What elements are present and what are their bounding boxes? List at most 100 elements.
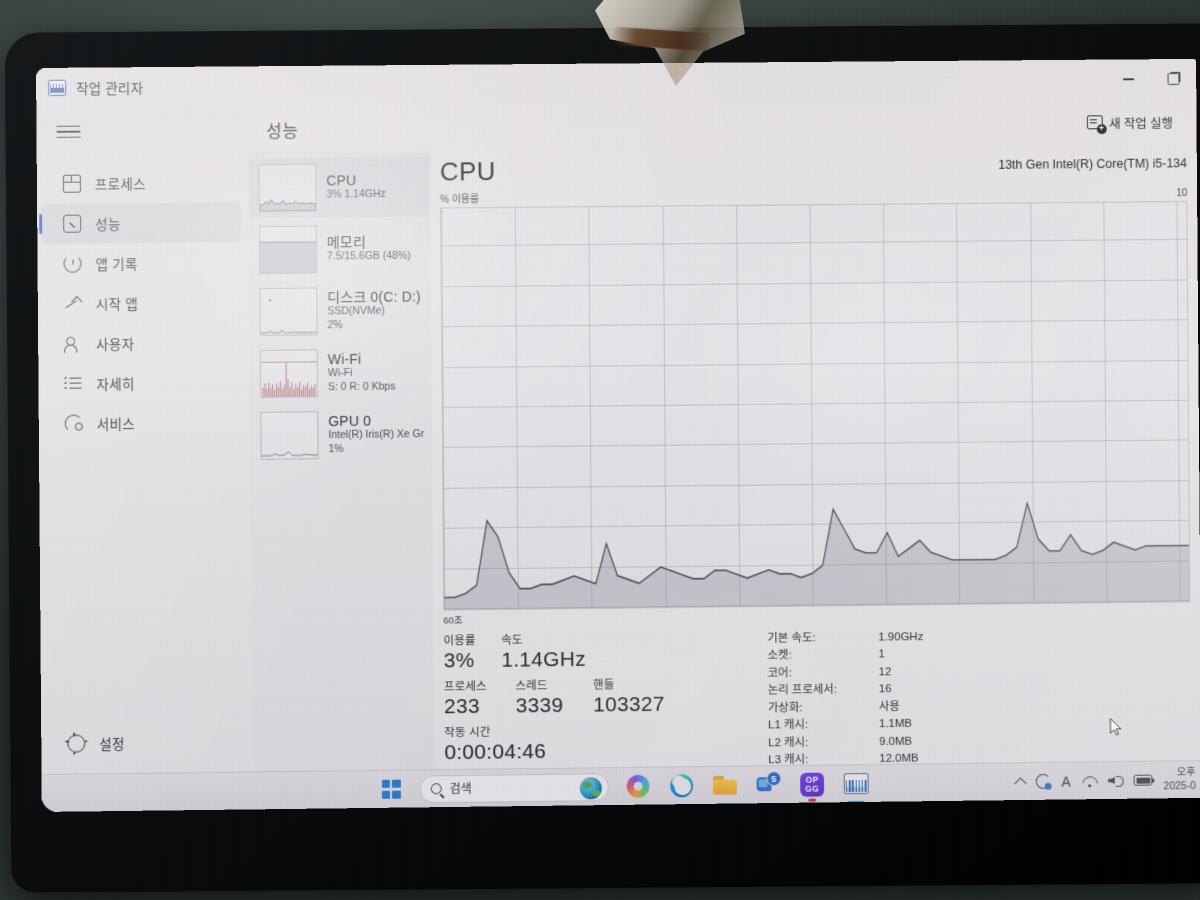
- resource-name: 디스크 0(C: D:): [327, 288, 421, 306]
- stat-label: 작동 시간: [444, 726, 491, 740]
- resource-detail-2: 1%: [328, 442, 344, 456]
- memory-mini-graph: [258, 225, 318, 274]
- resource-detail: SSD(NVMe): [327, 305, 386, 318]
- stat-label: 이용률: [443, 635, 476, 648]
- sidebar-item-users[interactable]: 사용자: [42, 322, 242, 364]
- cpu-model-label: 13th Gen Intel(R) Core(TM) i5-134: [998, 156, 1188, 172]
- battery-icon[interactable]: [1133, 774, 1153, 786]
- resource-item-disk[interactable]: 디스크 0(C: D:) SSD(NVMe) 2%: [249, 280, 431, 342]
- stat-value: 103327: [593, 692, 665, 717]
- stat-speed: 속도 1.14GHz: [501, 631, 586, 672]
- resource-detail-2: 2%: [327, 319, 343, 332]
- clock[interactable]: 오후 2025-0: [1163, 767, 1195, 793]
- copilot-icon[interactable]: [623, 771, 653, 801]
- task-manager-window: 작업 관리자 프로세스 성능 앱 기록 시작 앱 사용자 자세히 서비스 설정 …: [36, 58, 1200, 774]
- laptop-screen: 작업 관리자 프로세스 성능 앱 기록 시작 앱 사용자 자세히 서비스 설정 …: [36, 58, 1200, 812]
- ime-indicator[interactable]: A: [1061, 773, 1070, 789]
- clock-date: 2025-0: [1163, 779, 1196, 792]
- task-manager-icon: [48, 79, 67, 96]
- edge-icon[interactable]: [666, 771, 696, 801]
- stat-label: 핸들: [593, 679, 615, 692]
- clock-ampm: 오후: [1176, 766, 1196, 779]
- resource-list: CPU 3% 1.14GHz 메모리 7.5/15.6GB (48%) 디스크 …: [248, 150, 435, 772]
- spec-key: 논리 프로세서:: [767, 684, 838, 697]
- sidebar-item-details[interactable]: 자세히: [42, 362, 242, 404]
- minimize-button[interactable]: [1105, 59, 1151, 99]
- detail-title: CPU: [439, 156, 497, 187]
- sidebar-item-label: 프로세스: [94, 177, 146, 193]
- resource-item-cpu[interactable]: CPU 3% 1.14GHz: [248, 156, 431, 219]
- resource-detail: 7.5/15.6GB (48%): [326, 249, 411, 263]
- sidebar: 프로세스 성능 앱 기록 시작 앱 사용자 자세히 서비스 설정: [36, 106, 254, 774]
- resource-name: GPU 0: [328, 413, 372, 430]
- opgg-icon[interactable]: OP GG: [797, 769, 827, 799]
- resource-item-memory[interactable]: 메모리 7.5/15.6GB (48%): [249, 219, 431, 281]
- sync-icon[interactable]: [1035, 773, 1051, 789]
- spec-value: 1: [878, 648, 885, 661]
- window-controls: [1105, 59, 1196, 99]
- cpu-stats: 이용률 3% 속도 1.14GHz 프로세스 233 스레드 3339 핸들 1…: [433, 618, 1200, 769]
- window-title: 작업 관리자: [76, 81, 144, 97]
- stat-value: 3%: [443, 649, 475, 673]
- stat-threads: 스레드 3339: [515, 677, 593, 718]
- taskbar-center-group: 검색 5 OP GG: [376, 769, 871, 805]
- stat-label: 스레드: [515, 680, 548, 693]
- wifi-mini-graph: [259, 349, 319, 398]
- wifi-icon[interactable]: [1081, 775, 1097, 787]
- sidebar-item-label: 서비스: [96, 417, 135, 433]
- services-icon: [64, 414, 83, 433]
- task-manager-taskbar-icon[interactable]: [841, 769, 871, 799]
- maximize-button[interactable]: [1151, 59, 1197, 99]
- disk-mini-graph: [259, 287, 318, 336]
- sidebar-item-startup-apps[interactable]: 시작 앱: [42, 282, 242, 324]
- spec-value: 16: [878, 683, 892, 696]
- cpu-graph-container: 60초: [440, 201, 1191, 626]
- resource-item-gpu[interactable]: GPU 0 Intel(R) Iris(R) Xe Graph 1%: [250, 404, 432, 466]
- sidebar-item-label: 시작 앱: [95, 297, 139, 313]
- users-icon: [64, 335, 82, 353]
- hamburger-icon[interactable]: [48, 112, 88, 152]
- sidebar-item-services[interactable]: 서비스: [43, 402, 243, 444]
- y-axis-label: % 이용률: [440, 194, 480, 206]
- stat-value: 3339: [515, 694, 564, 718]
- y-axis-max: 10: [1176, 188, 1188, 200]
- file-explorer-icon[interactable]: [710, 770, 740, 800]
- run-new-task-button[interactable]: 새 작업 실행: [1078, 107, 1180, 137]
- details-icon: [64, 374, 83, 393]
- sidebar-item-label: 성능: [95, 217, 121, 233]
- startup-apps-icon: [64, 295, 82, 313]
- sidebar-item-settings[interactable]: 설정: [45, 722, 245, 764]
- page-title: 성능: [266, 121, 299, 141]
- stat-value: 1.14GHz: [501, 647, 586, 672]
- spec-value: 1.90GHz: [878, 631, 924, 644]
- search-input[interactable]: 검색: [419, 772, 609, 803]
- processes-icon: [62, 174, 81, 193]
- stat-label: 속도: [501, 634, 523, 647]
- resource-item-wifi[interactable]: Wi-Fi Wi-Fi S: 0 R: 0 Kbps: [250, 342, 432, 404]
- spec-key: L2 캐시:: [768, 736, 809, 750]
- spec-key: 소켓:: [767, 649, 792, 663]
- sidebar-item-app-history[interactable]: 앱 기록: [41, 242, 241, 284]
- cpu-spec-list: 기본 속도: 1.90GHz 소켓: 1 코어: 12 논리 프로세서: 16 가상화: 사용 L1…: [742, 624, 1192, 766]
- stat-label: 프로세스: [443, 680, 487, 694]
- resource-detail: Wi-Fi: [327, 367, 353, 380]
- stat-uptime: 작동 시간 0:00:04:46: [444, 723, 546, 764]
- messenger-icon[interactable]: 5: [754, 770, 784, 800]
- windows-start-icon[interactable]: [376, 774, 406, 804]
- run-new-task-label: 새 작업 실행: [1109, 116, 1173, 131]
- resource-name: CPU: [326, 172, 357, 189]
- new-task-icon: [1086, 115, 1103, 130]
- sidebar-item-processes[interactable]: 프로세스: [41, 162, 241, 204]
- resource-detail: 3% 1.14GHz: [326, 188, 386, 201]
- spec-value: 9.0MB: [879, 735, 913, 748]
- gear-icon: [67, 734, 86, 753]
- sidebar-item-performance[interactable]: 성능: [41, 202, 242, 244]
- cpu-detail-pane: CPU 13th Gen Intel(R) Core(TM) i5-134 % …: [429, 144, 1200, 770]
- spec-key: 기본 속도:: [767, 632, 816, 645]
- app-history-icon: [63, 254, 82, 273]
- stat-processes: 프로세스 233: [444, 678, 516, 719]
- spec-key: L1 캐시:: [768, 719, 809, 732]
- cpu-utilization-graph[interactable]: [440, 201, 1191, 611]
- volume-icon[interactable]: [1108, 774, 1123, 787]
- chevron-up-icon[interactable]: [1014, 776, 1027, 790]
